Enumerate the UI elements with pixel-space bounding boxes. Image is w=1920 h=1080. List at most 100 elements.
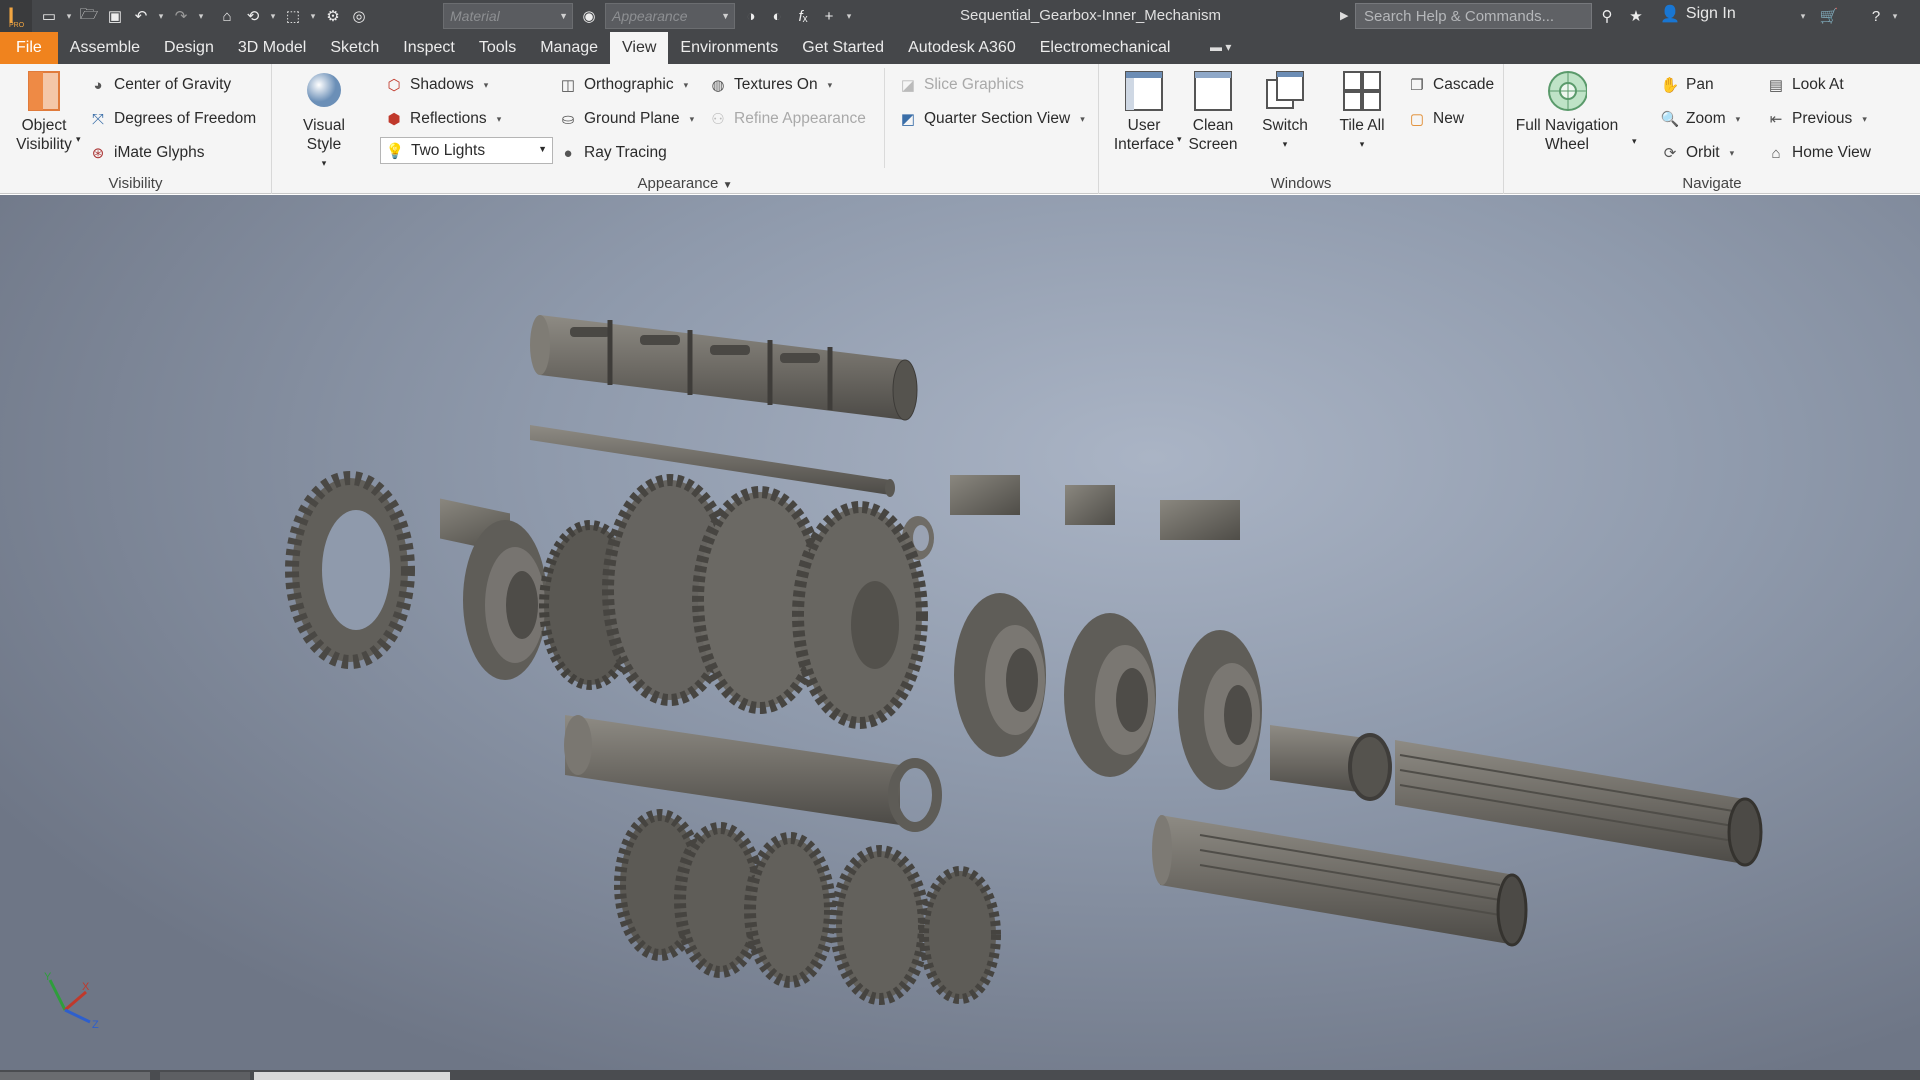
object-visibility-button[interactable]: Object Visibility	[8, 70, 80, 154]
tab-get-started[interactable]: Get Started	[790, 32, 896, 64]
properties-icon[interactable]: ⚙	[322, 5, 344, 27]
orthographic-button[interactable]: ◫ Orthographic ▾	[558, 72, 688, 98]
chevron-down-icon[interactable]: ▾	[1798, 5, 1808, 27]
tile-all-button[interactable]: Tile All ▾	[1329, 70, 1395, 154]
chevron-down-icon[interactable]: ▾	[1890, 5, 1900, 27]
home-view-button[interactable]: ⌂ Home View	[1766, 140, 1871, 166]
ring-gear[interactable]	[285, 471, 415, 669]
switch-button[interactable]: Switch ▾	[1257, 70, 1313, 154]
zoom-button[interactable]: 🔍 Zoom ▾	[1660, 106, 1741, 132]
select-icon[interactable]: ⬚	[282, 5, 304, 27]
tab-electromechanical[interactable]: Electromechanical	[1028, 32, 1183, 64]
ray-tracing-button[interactable]: ● Ray Tracing	[558, 140, 666, 166]
appearance-sphere-icon[interactable]: ◉	[578, 5, 600, 27]
tab-sketch[interactable]: Sketch	[318, 32, 391, 64]
degrees-of-freedom-button[interactable]: ⤧ Degrees of Freedom	[88, 106, 256, 132]
refine-appearance-button[interactable]: ⚇ Refine Appearance	[708, 106, 866, 132]
orbit-button[interactable]: ⟳ Orbit ▾	[1660, 140, 1734, 166]
look-at-button[interactable]: ▤ Look At	[1766, 72, 1844, 98]
lighting-style-dropdown[interactable]: 💡 Two Lights ▼	[380, 137, 553, 164]
add-icon[interactable]: +	[818, 5, 840, 27]
chevron-down-icon[interactable]: ▾	[156, 5, 166, 27]
new-window-button[interactable]: ▢ New	[1407, 106, 1464, 132]
update-icon[interactable]: ⟲	[242, 5, 264, 27]
ribbon-minimize-toggle[interactable]: ▬ ▾	[1210, 40, 1231, 54]
chevron-down-icon[interactable]: ▾	[1177, 134, 1182, 145]
open-folder-icon[interactable]: 🗁	[78, 5, 100, 27]
expand-arrow-icon[interactable]: ▶	[1340, 9, 1348, 22]
shadows-button[interactable]: ⬡ Shadows ▾	[384, 72, 488, 98]
chevron-down-icon[interactable]: ▾	[64, 5, 74, 27]
shift-fork-1[interactable]	[440, 498, 547, 680]
new-file-icon[interactable]: ▭	[38, 5, 60, 27]
doc-tab-active[interactable]	[254, 1072, 450, 1080]
parameters-icon[interactable]: fₓ	[792, 5, 814, 27]
previous-view-button[interactable]: ⇤ Previous ▾	[1766, 106, 1867, 132]
pan-button[interactable]: ✋ Pan	[1660, 72, 1714, 98]
shift-fork-4[interactable]	[1160, 500, 1262, 790]
tab-design[interactable]: Design	[152, 32, 226, 64]
tab-manage[interactable]: Manage	[528, 32, 610, 64]
chevron-down-icon[interactable]: ▾	[308, 5, 318, 27]
help-icon[interactable]: ?	[1865, 5, 1887, 27]
cascade-icon: ❐	[1410, 77, 1424, 94]
visual-style-button[interactable]: Visual Style ▾	[284, 70, 364, 173]
textures-on-button[interactable]: ◍ Textures On ▾	[708, 72, 832, 98]
favorites-star-icon[interactable]: ★	[1625, 5, 1647, 27]
cascade-button[interactable]: ❐ Cascade	[1407, 72, 1494, 98]
clean-screen-button[interactable]: Clean Screen	[1183, 70, 1243, 154]
countershaft[interactable]	[564, 715, 942, 832]
shift-fork-2[interactable]	[950, 475, 1046, 757]
center-of-gravity-button[interactable]: ◕ Center of Gravity	[88, 72, 231, 98]
gearbox-assembly-model[interactable]	[0, 195, 1920, 1070]
reflections-button[interactable]: ⬢ Reflections ▾	[384, 106, 501, 132]
imate-glyphs-button[interactable]: ⊛ iMate Glyphs	[88, 140, 205, 166]
slice-graphics-button[interactable]: ◪ Slice Graphics	[898, 72, 1024, 98]
sign-in-button[interactable]: 👤 Sign In	[1660, 4, 1736, 24]
graphics-viewport[interactable]: X Y Z	[0, 195, 1920, 1070]
selector-shaft[interactable]	[530, 425, 895, 497]
full-navigation-wheel-button[interactable]: Full Navigation Wheel	[1514, 70, 1620, 154]
clear-appearance-icon[interactable]: ◐	[766, 5, 788, 27]
tab-3d-model[interactable]: 3D Model	[226, 32, 318, 64]
user-interface-button[interactable]: User Interface	[1111, 70, 1177, 154]
chevron-down-icon[interactable]: ▾	[1632, 136, 1637, 147]
search-input[interactable]: Search Help & Commands...	[1355, 3, 1592, 29]
ground-plane-button[interactable]: ⛀ Ground Plane ▾	[558, 106, 694, 132]
tab-assemble[interactable]: Assemble	[58, 32, 152, 64]
ground-plane-label: Ground Plane	[584, 110, 680, 127]
appearance-group-label[interactable]: Appearance ▼	[272, 175, 1098, 192]
output-shaft[interactable]	[1152, 815, 1528, 947]
input-shaft[interactable]	[1270, 725, 1763, 867]
countershaft-gear-set[interactable]	[614, 809, 1001, 1005]
shift-fork-3[interactable]	[1064, 485, 1156, 777]
tab-environments[interactable]: Environments	[668, 32, 790, 64]
chevron-down-icon[interactable]: ▾	[196, 5, 206, 27]
search-binoculars-icon[interactable]: ⚲	[1596, 5, 1618, 27]
chevron-down-icon[interactable]: ▾	[76, 134, 81, 145]
tab-autodesk-a360[interactable]: Autodesk A360	[896, 32, 1028, 64]
selector-drum[interactable]	[530, 315, 918, 421]
tab-file[interactable]: File	[0, 32, 58, 64]
cart-icon[interactable]: 🛒	[1818, 5, 1840, 27]
reflections-icon: ⬢	[387, 111, 401, 128]
material-icon[interactable]: ◎	[348, 5, 370, 27]
doc-tab-controls[interactable]	[0, 1072, 150, 1080]
doc-tab[interactable]	[160, 1072, 250, 1080]
tab-view[interactable]: View	[610, 32, 669, 64]
quarter-section-view-button[interactable]: ◩ Quarter Section View ▾	[898, 106, 1085, 132]
material-dropdown[interactable]: Material ▼	[443, 3, 573, 29]
tab-tools[interactable]: Tools	[467, 32, 528, 64]
undo-icon[interactable]: ↶	[130, 5, 152, 27]
adjust-appearance-icon[interactable]: ◑	[740, 5, 762, 27]
home-icon[interactable]: ⌂	[216, 5, 238, 27]
save-icon[interactable]: ▣	[104, 5, 126, 27]
tab-inspect[interactable]: Inspect	[391, 32, 467, 64]
appearance-dropdown[interactable]: Appearance ▼	[605, 3, 735, 29]
chevron-down-icon: ▾	[1862, 113, 1867, 124]
chevron-down-icon[interactable]: ▾	[268, 5, 278, 27]
mainshaft-gear-cluster[interactable]	[539, 474, 928, 729]
customize-chevron-icon[interactable]: ▾	[844, 5, 854, 27]
redo-icon[interactable]: ↷	[170, 5, 192, 27]
app-logo[interactable]: I PRO	[0, 0, 32, 32]
